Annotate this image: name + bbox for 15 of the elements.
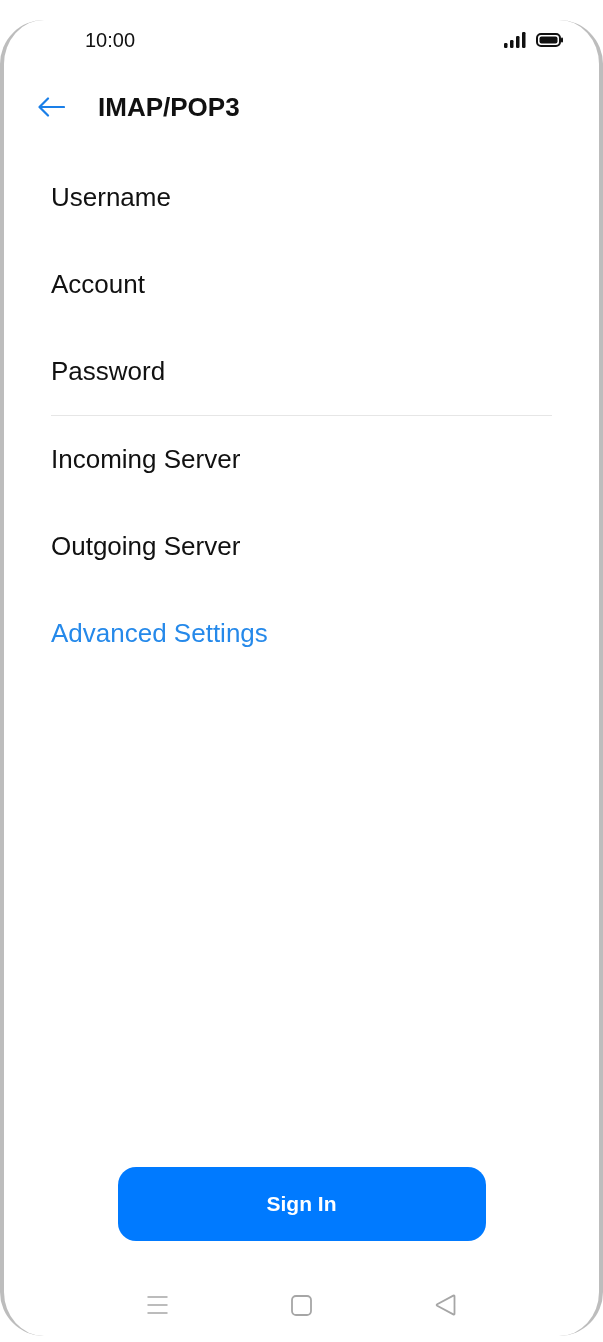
input-field[interactable]: Password [51,346,552,397]
input-field[interactable]: Outgoing Server [51,521,552,572]
signal-icon [504,32,526,48]
status-time: 10:00 [85,28,136,52]
screen-title: IMAP/POP3 [98,91,240,123]
back-arrow-icon[interactable] [38,97,65,117]
advanced-settings-link[interactable]: Advanced Settings [51,618,268,649]
home-square-icon[interactable] [291,1294,312,1316]
sign-in-button[interactable]: Sign In [117,1167,486,1241]
input-field[interactable]: Account [51,259,552,310]
menu-icon[interactable] [147,1296,168,1314]
input-field[interactable]: Incoming Server [51,434,552,485]
battery-icon [536,33,563,47]
input-field[interactable]: Username [51,172,552,223]
back-triangle-icon[interactable] [435,1294,456,1316]
